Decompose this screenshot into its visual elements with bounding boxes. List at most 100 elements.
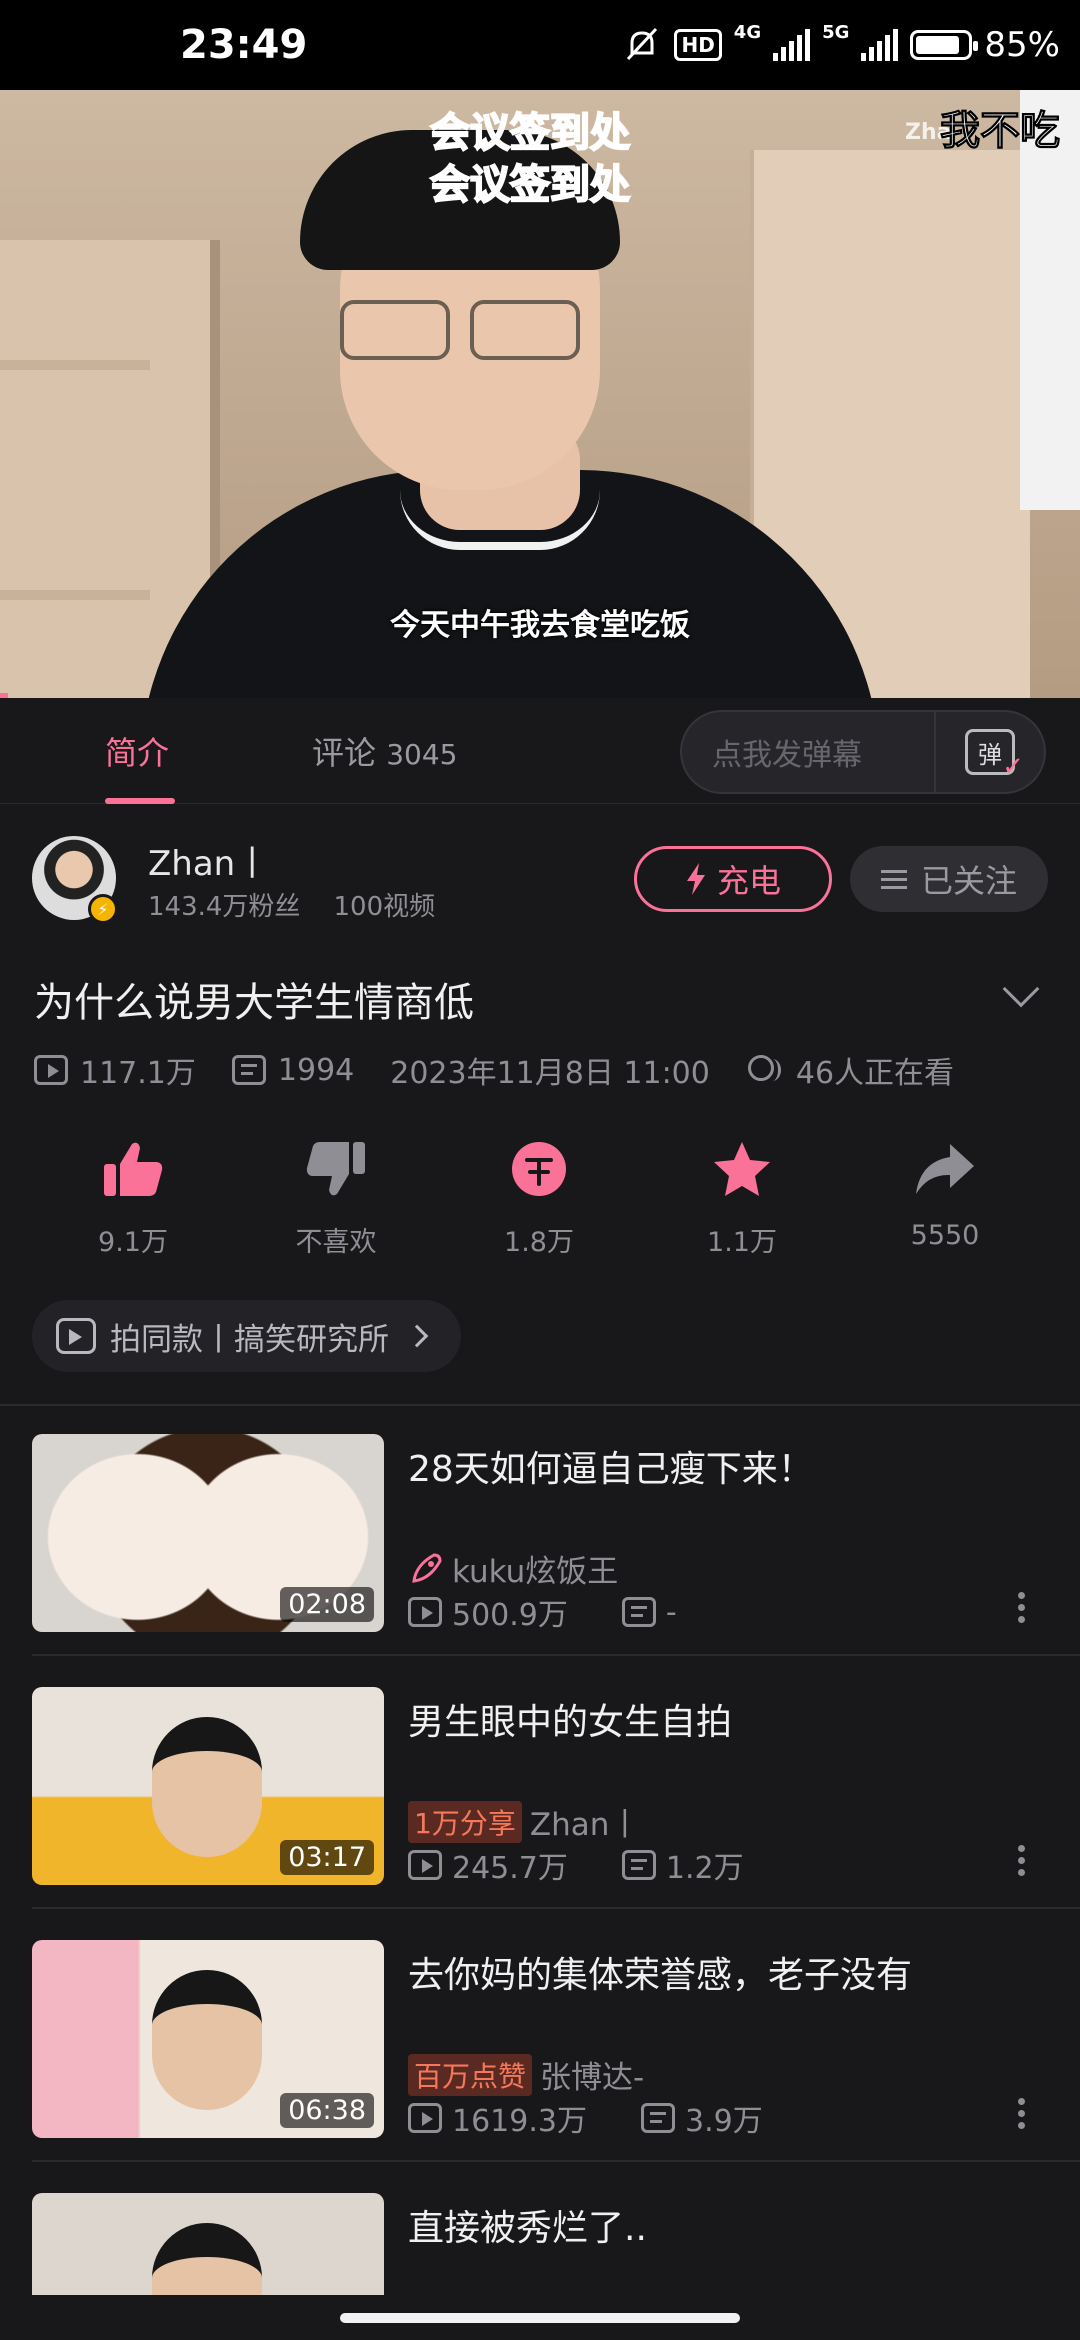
video-duration: 03:17 [280,1840,374,1875]
danmaku-toggle-button[interactable]: 弹 [934,712,1044,792]
tab-comments[interactable]: 评论 3045 [312,728,457,774]
coin-count: 1.8万 [504,1227,574,1258]
video-thumbnail[interactable]: 02:08 [32,1434,384,1632]
favorite-button[interactable]: 1.1万 [642,1134,842,1259]
list-divider [32,2160,1080,2162]
watching-count: 46人正在看 [795,1056,955,1091]
related-danmaku: 1.2万 [665,1851,744,1886]
related-video-item[interactable]: 直接被秀烂了.. [0,2165,1080,2295]
video-thumbnail[interactable]: 03:17 [32,1687,384,1885]
danmaku-input-box[interactable]: 点我发弹幕 弹 [680,710,1046,794]
network-5g-label: 5G [822,22,850,43]
video-player[interactable]: 会议签到处 会议签到处 Zha 我不吃 今天中午我去食堂吃饭 [0,90,1080,698]
video-person-collar [400,490,600,550]
more-options-icon[interactable] [1018,1845,1026,1876]
coin-button[interactable]: 1.8万 [439,1134,639,1259]
lightning-icon [686,863,705,895]
thumbnail-face [152,1717,262,1857]
share-icon [845,1134,1045,1204]
menu-lines-icon [880,869,907,889]
tab-intro[interactable]: 简介 [105,728,169,774]
danmaku-count: 1994 [277,1052,355,1088]
star-icon [642,1134,842,1204]
chevron-right-icon [405,1324,429,1348]
thumbnail-face [152,1970,262,2110]
related-owner: 百万点赞 张博达- [408,2052,644,2097]
video-title: 为什么说男大学生情商低 [34,980,474,1026]
related-owner-name: 张博达- [540,2060,645,2096]
related-owner: 1万分享 Zhan丨 [408,1799,640,1844]
related-meta: 500.9万 - [408,1590,677,1634]
thumbs-down-icon [236,1134,436,1204]
dislike-button[interactable]: 不喜欢 [236,1134,436,1259]
danmaku-input-placeholder[interactable]: 点我发弹幕 [682,730,934,774]
list-divider [32,1654,1080,1656]
video-overlay-text-1: 会议签到处 [429,109,631,157]
publish-date: 2023年11月8日 11:00 [390,1056,710,1091]
share-button[interactable]: 5550 [845,1134,1045,1251]
follow-button[interactable]: 已关注 [850,846,1048,912]
people-icon [746,1055,784,1085]
related-title[interactable]: 直接被秀烂了.. [408,2199,1028,2251]
play-count-icon [408,2103,442,2133]
status-time: 23:49 [180,22,308,68]
related-meta: 1619.3万 3.9万 [408,2096,763,2140]
play-count-icon [34,1055,68,1085]
share-count: 5550 [910,1220,980,1251]
remix-chip[interactable]: 拍同款丨搞笑研究所 [32,1300,461,1372]
video-duration: 06:38 [280,2093,374,2128]
danmaku-icon: 弹 [965,729,1024,782]
like-button[interactable]: 9.1万 [33,1134,233,1259]
more-options-icon[interactable] [1018,1592,1026,1623]
uploader-video-count: 100视频 [333,892,436,922]
list-divider [32,1907,1080,1909]
related-tag-badge: 1万分享 [408,1800,522,1843]
danmaku-count-icon [640,2103,675,2133]
thumbnail-face [152,2223,262,2295]
video-person-glasses [340,300,580,360]
uploader-meta: 143.4万粉丝 100视频 [148,886,435,923]
related-meta: 245.7万 1.2万 [408,1843,744,1887]
remix-chip-label: 拍同款丨搞笑研究所 [110,1321,389,1358]
thumbs-up-icon [33,1134,233,1204]
video-stats: 117.1万 1994 2023年11月8日 11:00 46人正在看 [34,1048,954,1092]
related-owner: kuku炫饭王 [408,1546,618,1591]
danmaku-count-icon [231,1055,266,1085]
tab-active-indicator [105,798,175,804]
play-count-icon [408,1850,442,1880]
expand-chevron-icon[interactable] [1002,970,1040,1008]
related-title[interactable]: 28天如何逼自己瘦下来！ [408,1440,1028,1492]
related-video-item[interactable]: 06:38 去你妈的集体荣誉感，老子没有 百万点赞 张博达- 1619.3万 3… [0,1912,1080,2162]
rocket-icon [412,1552,442,1583]
related-title[interactable]: 去你妈的集体荣誉感，老子没有 [408,1946,1028,1998]
uploader-name[interactable]: Zhan丨 [148,836,269,885]
related-video-item[interactable]: 02:08 28天如何逼自己瘦下来！ kuku炫饭王 500.9万 - [0,1406,1080,1656]
detail-tabs: 简介 评论 3045 点我发弹幕 弹 [0,698,1080,804]
mute-bell-icon [627,27,658,61]
related-tag-badge: 百万点赞 [408,2053,533,2096]
signal-icon [773,29,811,61]
video-overlay-text-2: 会议签到处 [429,161,631,209]
view-count: 117.1万 [80,1056,196,1091]
home-indicator[interactable] [340,2313,740,2323]
hd-badge-icon: HD [674,29,722,61]
lightning-badge-icon: ⚡ [88,894,118,924]
video-overlay-text-3: 我不吃 [940,108,1061,155]
signal-icon-2 [861,29,899,61]
related-title[interactable]: 男生眼中的女生自拍 [408,1693,1028,1745]
tab-comments-label: 评论 [312,734,377,772]
uploader-row: ⚡ Zhan丨 143.4万粉丝 100视频 充电 已关注 [0,820,1080,940]
related-owner-name: Zhan丨 [529,1807,641,1843]
related-views: 500.9万 [452,1598,568,1633]
related-owner-name: kuku炫饭王 [452,1554,619,1590]
video-bg-rail [0,360,150,370]
favorite-count: 1.1万 [707,1227,777,1258]
related-video-item[interactable]: 03:17 男生眼中的女生自拍 1万分享 Zhan丨 245.7万 1.2万 [0,1659,1080,1909]
video-thumbnail[interactable]: 06:38 [32,1940,384,2138]
status-icons: HD 4G 5G 85% [622,20,1060,70]
charge-button[interactable]: 充电 [634,846,832,912]
video-thumbnail[interactable] [32,2193,384,2295]
more-options-icon[interactable] [1018,2098,1026,2129]
dislike-label: 不喜欢 [295,1227,377,1258]
related-views: 245.7万 [452,1851,568,1886]
